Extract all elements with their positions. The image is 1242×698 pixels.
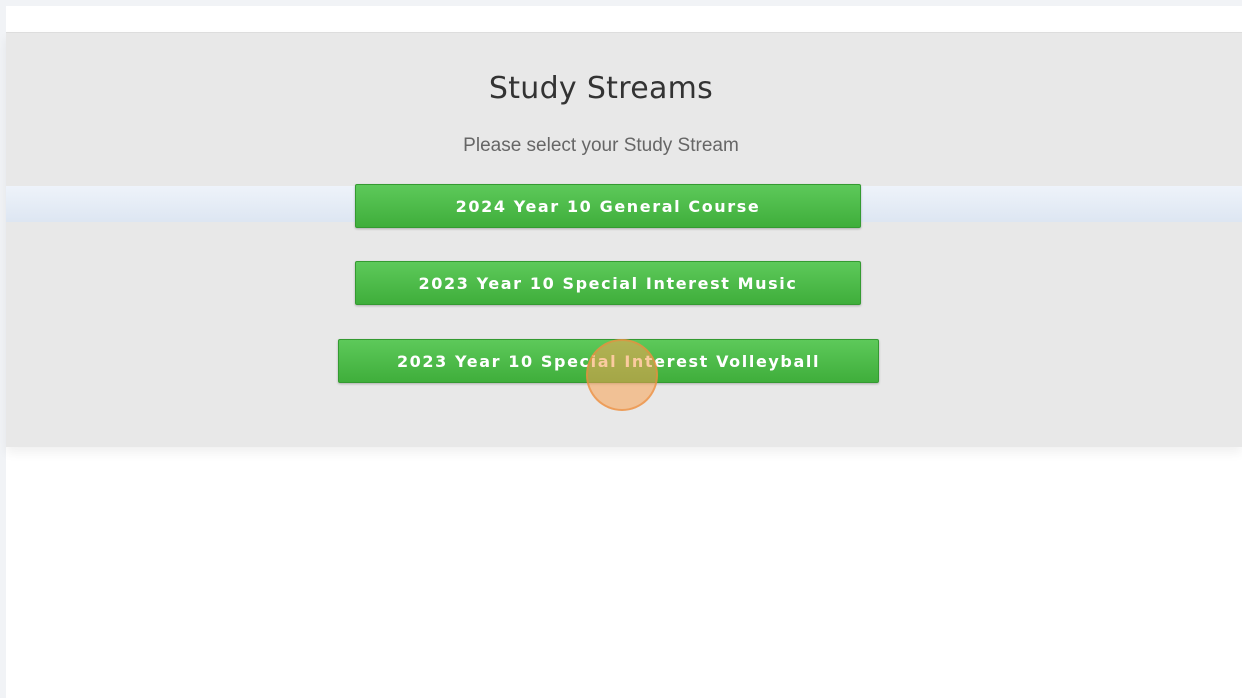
stream-button-general-course[interactable]: 2024 Year 10 General Course	[355, 184, 861, 228]
page-title: Study Streams	[488, 71, 714, 106]
page: Study Streams Please select your Study S…	[6, 6, 1242, 698]
stream-button-special-interest-music[interactable]: 2023 Year 10 Special Interest Music	[355, 261, 861, 305]
stream-button-special-interest-volleyball[interactable]: 2023 Year 10 Special Interest Volleyball	[338, 339, 879, 383]
page-subtitle: Please select your Study Stream	[463, 135, 739, 156]
study-streams-panel: Study Streams Please select your Study S…	[6, 32, 1242, 447]
